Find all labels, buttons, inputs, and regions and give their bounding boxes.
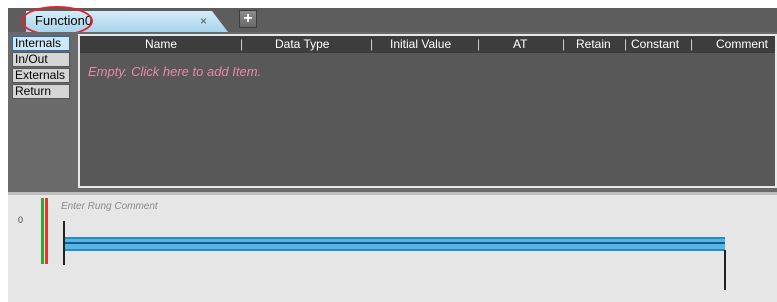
close-icon[interactable]: ×: [200, 13, 207, 29]
rung-wire: [65, 242, 725, 244]
variable-table-panel: Internals In/Out Externals Return Name |…: [8, 32, 777, 192]
editor-tab-strip: Function0 ×: [8, 8, 777, 32]
rung-status-bar-green: [41, 198, 44, 264]
add-item-prompt[interactable]: Empty. Click here to add Item.: [88, 64, 261, 79]
rung-comment-field[interactable]: Enter Rung Comment: [61, 201, 158, 212]
category-internals[interactable]: Internals: [12, 36, 70, 51]
column-header-retain[interactable]: Retain: [576, 37, 611, 52]
column-divider: |: [624, 37, 628, 51]
rung-line[interactable]: [65, 237, 725, 251]
column-header-comment[interactable]: Comment: [716, 37, 768, 52]
column-header-at[interactable]: AT: [513, 37, 527, 52]
column-divider: |: [240, 37, 244, 51]
column-header-initial-value[interactable]: Initial Value: [390, 37, 451, 52]
category-externals[interactable]: Externals: [12, 68, 70, 83]
column-divider: |: [477, 37, 481, 51]
right-power-rail: [724, 250, 726, 290]
tab-title: Function0: [35, 13, 93, 28]
variable-table-header: Name | Data Type | Initial Value | AT | …: [80, 36, 775, 53]
column-header-constant[interactable]: Constant: [631, 37, 679, 52]
rung-status-bar-red: [45, 198, 48, 264]
variable-category-list: Internals In/Out Externals Return: [12, 36, 72, 186]
category-in-out[interactable]: In/Out: [12, 52, 70, 67]
category-return[interactable]: Return: [12, 84, 70, 99]
column-header-data-type[interactable]: Data Type: [275, 37, 329, 52]
rung-number: 0: [18, 215, 24, 225]
column-header-name[interactable]: Name: [145, 37, 177, 52]
ladder-editor[interactable]: 0 Enter Rung Comment: [8, 192, 777, 302]
variable-table: Name | Data Type | Initial Value | AT | …: [78, 34, 777, 188]
column-divider: |: [370, 37, 374, 51]
column-divider: |: [562, 37, 566, 51]
tab-function0[interactable]: Function0 ×: [26, 11, 228, 32]
column-divider: |: [690, 37, 694, 51]
add-tab-button[interactable]: +: [239, 10, 257, 28]
